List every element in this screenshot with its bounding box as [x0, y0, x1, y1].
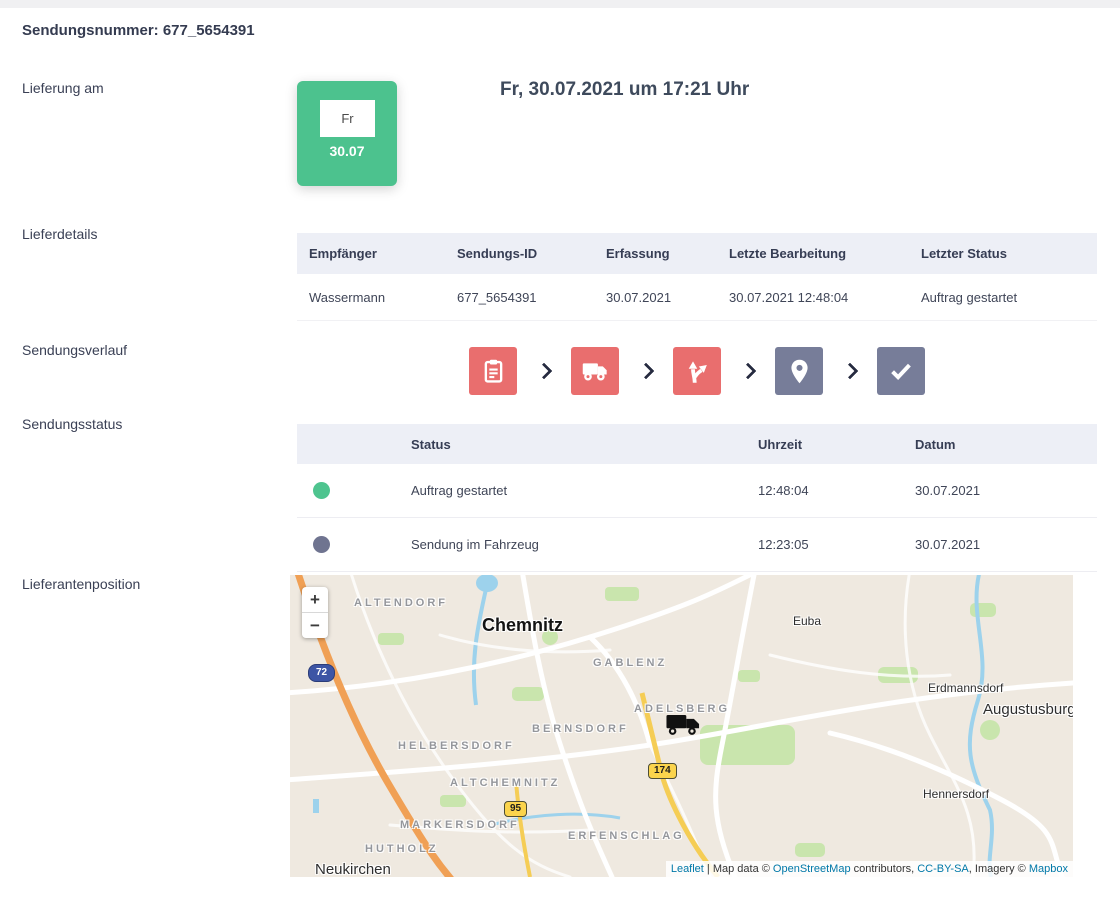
progress-section-label: Sendungsverlauf: [22, 342, 127, 358]
status-dot-gray: [313, 536, 330, 553]
mapbox-link[interactable]: Mapbox: [1029, 863, 1068, 875]
calendar-weekday: Fr: [341, 111, 353, 126]
district-label: ALTENDORF: [354, 597, 448, 609]
chevron-right-icon: [740, 363, 757, 380]
district-label: GABLENZ: [593, 657, 667, 669]
progress-step-order: [469, 347, 517, 395]
district-label: HELBERSDORF: [398, 740, 515, 752]
details-recipient: Wassermann: [297, 290, 445, 305]
town-label: Euba: [793, 614, 821, 628]
progress-step-delivery-location: [775, 347, 823, 395]
calendar-weekday-box: Fr: [320, 100, 375, 137]
status-dot-green: [313, 482, 330, 499]
attribution-text: , Imagery ©: [969, 863, 1029, 875]
directions-icon: [684, 358, 711, 385]
details-header-recorded: Erfassung: [594, 246, 717, 261]
delivery-datetime: Fr, 30.07.2021 um 17:21 Uhr: [500, 79, 749, 101]
page-title: Sendungsnummer: 677_5654391: [22, 22, 255, 39]
delivery-section-label: Lieferung am: [22, 80, 104, 96]
shipment-progress-row: [297, 347, 1097, 395]
details-header-last-status: Letzter Status: [909, 246, 1097, 261]
status-time: 12:23:05: [758, 537, 915, 552]
map-marker-icon: [786, 358, 813, 385]
details-header-last-edit: Letzte Bearbeitung: [717, 246, 909, 261]
truck-icon: [581, 357, 609, 385]
status-header-row: Status Uhrzeit Datum: [297, 424, 1097, 464]
clipboard-icon: [480, 358, 507, 385]
attribution-text: | Map data ©: [704, 863, 773, 875]
district-label: MARKERSDORF: [400, 819, 520, 831]
details-header-row: Empfänger Sendungs-ID Erfassung Letzte B…: [297, 233, 1097, 274]
district-label: ERFENSCHLAG: [568, 830, 685, 842]
check-icon: [887, 357, 915, 385]
license-link[interactable]: CC-BY-SA: [917, 863, 969, 875]
status-header-date: Datum: [915, 437, 1097, 452]
progress-step-on-route: [673, 347, 721, 395]
motorway-badge: 72: [308, 664, 335, 682]
status-row: Sendung im Fahrzeug 12:23:05 30.07.2021: [297, 518, 1097, 572]
status-text: Sendung im Fahrzeug: [411, 537, 758, 552]
chevron-right-icon: [638, 363, 655, 380]
status-header-time: Uhrzeit: [758, 437, 915, 452]
status-date: 30.07.2021: [915, 483, 1097, 498]
chevron-right-icon: [536, 363, 553, 380]
attribution-text: contributors,: [851, 863, 918, 875]
status-time: 12:48:04: [758, 483, 915, 498]
status-table: Status Uhrzeit Datum Auftrag gestartet 1…: [297, 424, 1097, 572]
district-label: BERNSDORF: [532, 723, 629, 735]
town-label: Hennersdorf: [923, 787, 989, 801]
status-dot-cell: [297, 482, 411, 499]
status-dot-cell: [297, 536, 411, 553]
district-label: HUTHOLZ: [365, 843, 439, 855]
road-badge: 95: [504, 801, 527, 817]
details-shipment-id: 677_5654391: [445, 290, 594, 305]
town-label: Neukirchen: [315, 861, 391, 877]
details-table: Empfänger Sendungs-ID Erfassung Letzte B…: [297, 233, 1097, 321]
progress-step-delivered: [877, 347, 925, 395]
town-label: Erdmannsdorf: [928, 681, 1003, 695]
town-label: Augustusburg: [983, 701, 1073, 718]
chevron-right-icon: [842, 363, 859, 380]
road-badge: 174: [648, 763, 677, 779]
zoom-in-button[interactable]: +: [302, 587, 328, 612]
district-label: ALTCHEMNITZ: [450, 777, 560, 789]
map-zoom-control: + −: [302, 587, 328, 638]
status-section-label: Sendungsstatus: [22, 416, 122, 432]
supplier-position-map[interactable]: ALTENDORF Chemnitz GABLENZ ADELSBERG BER…: [290, 575, 1073, 877]
status-header-status: Status: [411, 437, 758, 452]
progress-step-in-vehicle: [571, 347, 619, 395]
details-last-edit: 30.07.2021 12:48:04: [717, 290, 909, 305]
truck-marker-icon[interactable]: [666, 711, 700, 738]
details-section-label: Lieferdetails: [22, 226, 98, 242]
details-header-recipient: Empfänger: [297, 246, 445, 261]
status-text: Auftrag gestartet: [411, 483, 758, 498]
top-strip: [0, 0, 1120, 8]
zoom-out-button[interactable]: −: [302, 612, 328, 638]
leaflet-link[interactable]: Leaflet: [671, 863, 704, 875]
details-row: Wassermann 677_5654391 30.07.2021 30.07.…: [297, 274, 1097, 321]
city-label: Chemnitz: [482, 615, 563, 636]
openstreetmap-link[interactable]: OpenStreetMap: [773, 863, 851, 875]
details-recorded: 30.07.2021: [594, 290, 717, 305]
details-header-shipment-id: Sendungs-ID: [445, 246, 594, 261]
details-last-status: Auftrag gestartet: [909, 290, 1097, 305]
status-date: 30.07.2021: [915, 537, 1097, 552]
map-section-label: Lieferantenposition: [22, 576, 140, 592]
delivery-date-card: Fr 30.07: [297, 81, 397, 186]
calendar-date: 30.07: [297, 143, 397, 159]
map-attribution: Leaflet | Map data © OpenStreetMap contr…: [666, 861, 1073, 877]
status-row: Auftrag gestartet 12:48:04 30.07.2021: [297, 464, 1097, 518]
